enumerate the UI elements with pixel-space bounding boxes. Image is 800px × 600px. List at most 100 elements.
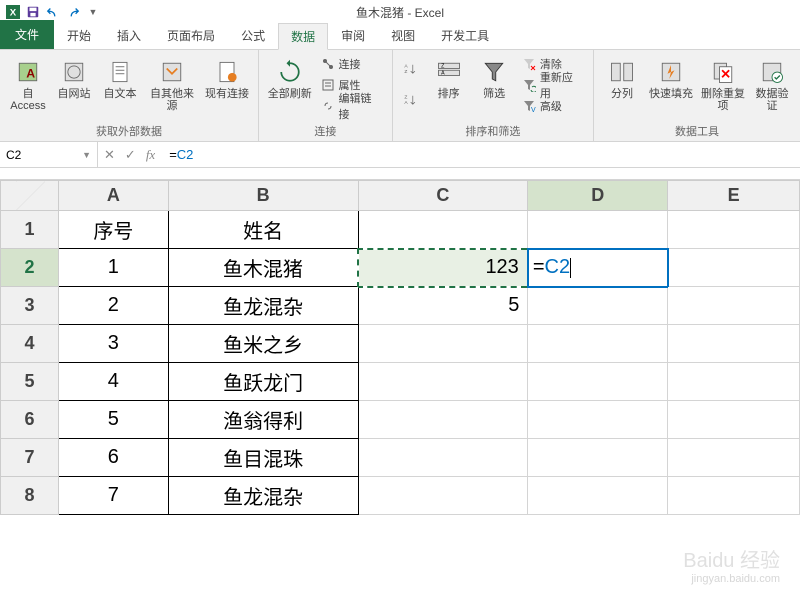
sort-za-button[interactable]: ZA <box>399 85 421 115</box>
group-label: 连接 <box>265 121 386 139</box>
from-access-button[interactable]: A自 Access <box>6 54 50 114</box>
cell[interactable] <box>528 401 668 439</box>
text-to-columns-button[interactable]: 分列 <box>600 54 644 102</box>
existing-connections-button[interactable]: 现有连接 <box>202 54 252 102</box>
cell[interactable] <box>528 439 668 477</box>
reapply-button[interactable]: 重新应用 <box>518 75 587 95</box>
column-header[interactable]: C <box>358 181 528 211</box>
cell[interactable] <box>358 477 528 515</box>
sort-button[interactable]: ZA排序 <box>427 54 471 102</box>
cell-referenced[interactable]: 123 <box>358 249 528 287</box>
svg-text:A: A <box>26 66 35 80</box>
chevron-down-icon[interactable]: ▼ <box>82 150 91 160</box>
cell[interactable]: 1 <box>58 249 168 287</box>
remove-duplicates-button[interactable]: 删除重复项 <box>698 54 748 114</box>
edit-links-button[interactable]: 编辑链接 <box>317 96 386 116</box>
row-header[interactable]: 3 <box>1 287 59 325</box>
cell[interactable] <box>668 439 800 477</box>
cell[interactable] <box>668 211 800 249</box>
tab-insert[interactable]: 插入 <box>104 22 154 49</box>
ribbon-tabs: 文件 开始 插入 页面布局 公式 数据 审阅 视图 开发工具 <box>0 24 800 50</box>
cell-editing[interactable]: =C2 <box>528 249 668 287</box>
cell[interactable] <box>668 401 800 439</box>
flash-fill-button[interactable]: 快速填充 <box>646 54 696 102</box>
name-box[interactable]: C2▼ <box>0 142 98 167</box>
tab-data[interactable]: 数据 <box>278 23 328 50</box>
cell[interactable]: 鱼龙混杂 <box>168 477 358 515</box>
row-header[interactable]: 7 <box>1 439 59 477</box>
tab-formulas[interactable]: 公式 <box>228 22 278 49</box>
cell[interactable] <box>358 325 528 363</box>
sort-az-button[interactable]: AZ <box>399 54 421 84</box>
formula-input[interactable]: =C2 <box>161 147 800 162</box>
connections-button[interactable]: 连接 <box>317 54 386 74</box>
qat-dropdown-icon[interactable]: ▼ <box>84 3 102 21</box>
row-header[interactable]: 6 <box>1 401 59 439</box>
from-text-button[interactable]: 自文本 <box>98 54 142 102</box>
save-icon[interactable] <box>24 3 42 21</box>
from-other-button[interactable]: 自其他来源 <box>144 54 200 114</box>
cell[interactable] <box>668 249 800 287</box>
tab-layout[interactable]: 页面布局 <box>154 22 228 49</box>
quick-access-toolbar: X ▼ <box>4 3 102 21</box>
tab-file[interactable]: 文件 <box>0 20 54 49</box>
group-label: 排序和筛选 <box>399 121 587 139</box>
column-header[interactable]: A <box>58 181 168 211</box>
cell[interactable]: 7 <box>58 477 168 515</box>
cell[interactable] <box>358 401 528 439</box>
cell[interactable]: 6 <box>58 439 168 477</box>
fx-icon[interactable]: fx <box>146 147 155 163</box>
cell[interactable]: 5 <box>58 401 168 439</box>
cell[interactable] <box>528 363 668 401</box>
cell[interactable]: 2 <box>58 287 168 325</box>
cell[interactable] <box>358 363 528 401</box>
grid-table[interactable]: A B C D E 1 序号 姓名 2 1 鱼木混猪 123 =C2 3 2 鱼… <box>0 180 800 515</box>
excel-icon[interactable]: X <box>4 3 22 21</box>
data-validation-button[interactable]: 数据验证 <box>750 54 794 114</box>
cell[interactable] <box>668 477 800 515</box>
cell[interactable] <box>528 211 668 249</box>
cell[interactable]: 姓名 <box>168 211 358 249</box>
cell[interactable]: 渔翁得利 <box>168 401 358 439</box>
cell[interactable]: 序号 <box>58 211 168 249</box>
cell[interactable] <box>528 325 668 363</box>
cell[interactable] <box>668 287 800 325</box>
tab-home[interactable]: 开始 <box>54 22 104 49</box>
row-header[interactable]: 4 <box>1 325 59 363</box>
undo-icon[interactable] <box>44 3 62 21</box>
svg-text:Z: Z <box>404 95 407 101</box>
cell[interactable]: 鱼跃龙门 <box>168 363 358 401</box>
column-header[interactable]: B <box>168 181 358 211</box>
select-all-corner[interactable] <box>1 181 59 211</box>
cell[interactable] <box>528 287 668 325</box>
cell[interactable] <box>358 211 528 249</box>
cell[interactable]: 鱼米之乡 <box>168 325 358 363</box>
spreadsheet-grid: A B C D E 1 序号 姓名 2 1 鱼木混猪 123 =C2 3 2 鱼… <box>0 180 800 515</box>
cancel-formula-icon[interactable]: ✕ <box>104 147 115 163</box>
refresh-all-button[interactable]: 全部刷新 <box>265 54 315 102</box>
cell[interactable] <box>668 363 800 401</box>
row-header[interactable]: 5 <box>1 363 59 401</box>
tab-view[interactable]: 视图 <box>378 22 428 49</box>
cell[interactable]: 鱼目混珠 <box>168 439 358 477</box>
filter-button[interactable]: 筛选 <box>472 54 516 102</box>
advanced-filter-button[interactable]: V高级 <box>518 96 587 116</box>
cell[interactable]: 5 <box>358 287 528 325</box>
from-web-button[interactable]: 自网站 <box>52 54 96 102</box>
tab-dev[interactable]: 开发工具 <box>428 22 502 49</box>
row-header[interactable]: 1 <box>1 211 59 249</box>
cell[interactable]: 4 <box>58 363 168 401</box>
cell[interactable]: 鱼龙混杂 <box>168 287 358 325</box>
cell[interactable] <box>668 325 800 363</box>
cell[interactable] <box>358 439 528 477</box>
cell[interactable]: 鱼木混猪 <box>168 249 358 287</box>
cell[interactable] <box>528 477 668 515</box>
tab-review[interactable]: 审阅 <box>328 22 378 49</box>
cell[interactable]: 3 <box>58 325 168 363</box>
accept-formula-icon[interactable]: ✓ <box>125 147 136 163</box>
column-header[interactable]: D <box>528 181 668 211</box>
row-header[interactable]: 2 <box>1 249 59 287</box>
row-header[interactable]: 8 <box>1 477 59 515</box>
redo-icon[interactable] <box>64 3 82 21</box>
column-header[interactable]: E <box>668 181 800 211</box>
